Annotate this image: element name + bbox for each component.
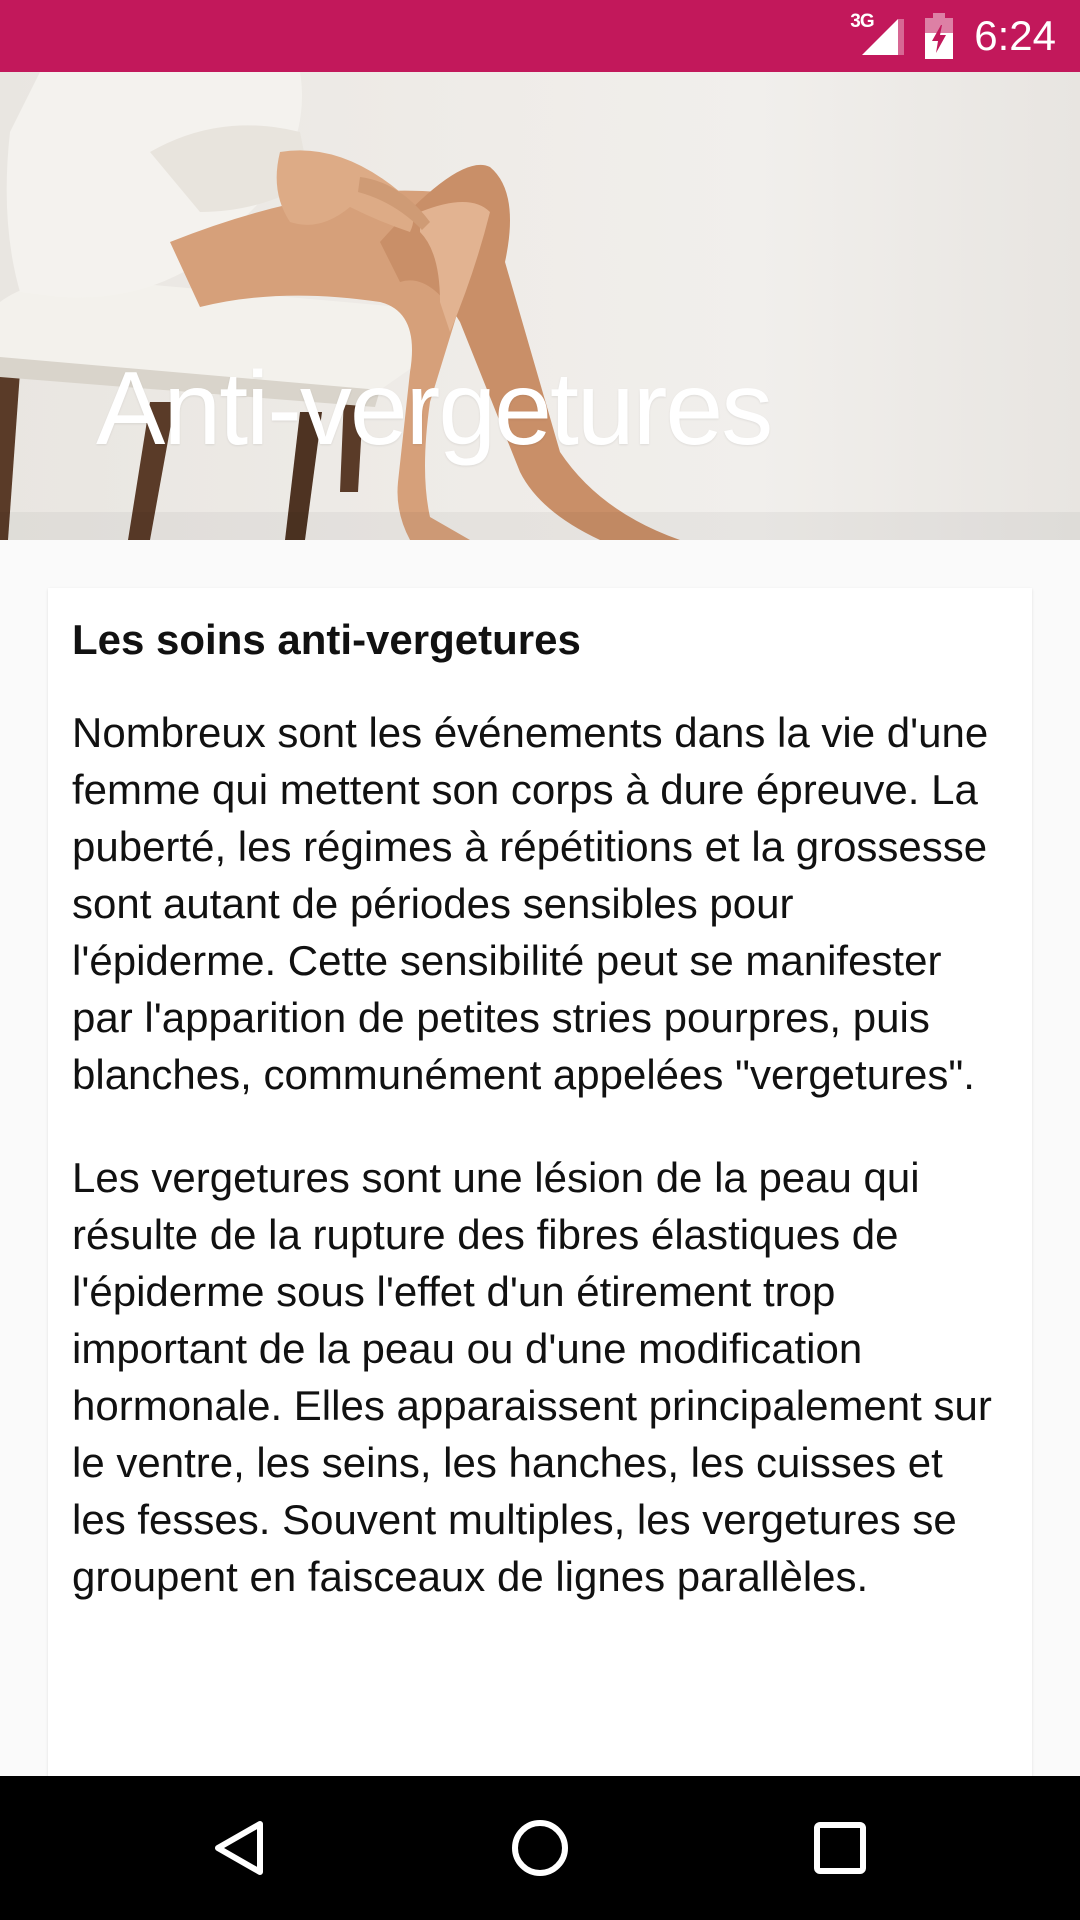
navigation-bar: [0, 1776, 1080, 1920]
home-icon: [512, 1820, 568, 1876]
status-icons: 3G 6:24: [850, 0, 1056, 72]
recents-icon: [814, 1822, 866, 1874]
article-paragraph: Nombreux sont les événements dans la vie…: [72, 709, 989, 1098]
article-card: Les soins anti-vergetures Nombreux sont …: [48, 588, 1032, 1828]
battery-charging-icon: [924, 13, 954, 59]
app-screen: 3G 6:24 Anti-vergetures Les soins anti-v…: [0, 0, 1080, 1920]
back-button[interactable]: [204, 1812, 276, 1884]
article-paragraph: Les vergetures sont une lésion de la pea…: [72, 1154, 992, 1600]
cell-signal-icon: 3G: [850, 11, 905, 59]
header-photo-illustration: [0, 72, 1080, 540]
page-title: Anti-vergetures: [96, 351, 773, 467]
header-image: Anti-vergetures: [0, 72, 1080, 540]
recents-button[interactable]: [804, 1812, 876, 1884]
article-content: Les soins anti-vergetures Nombreux sont …: [48, 588, 1032, 1605]
home-button[interactable]: [504, 1812, 576, 1884]
status-bar: 3G 6:24: [0, 0, 1080, 72]
status-clock: 6:24: [974, 12, 1056, 59]
article-heading: Les soins anti-vergetures: [72, 616, 581, 663]
back-icon: [215, 1821, 263, 1875]
